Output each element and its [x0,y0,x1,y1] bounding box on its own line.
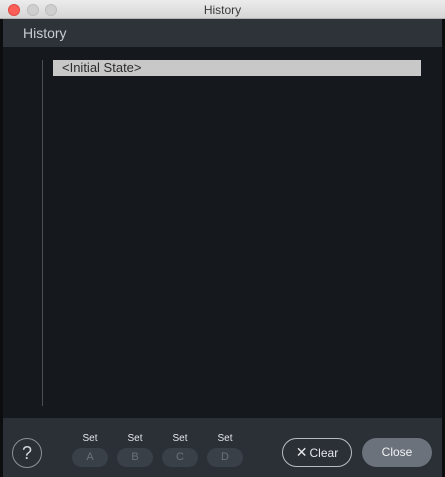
snapshot-slot-b[interactable]: B [117,448,153,467]
panel-title: History [23,25,67,41]
snapshot-set-b: Set B [117,433,153,467]
snapshot-set-a: Set A [72,433,108,467]
history-item-selected[interactable]: <Initial State> [53,60,421,76]
clear-button-label: Clear [309,446,339,460]
set-label[interactable]: Set [72,433,108,445]
close-button[interactable]: Close [362,438,432,467]
set-label[interactable]: Set [117,433,153,445]
panel-header: History [3,19,442,47]
title-bar[interactable]: History [0,0,445,19]
snapshot-slot-a[interactable]: A [72,448,108,467]
list-gutter-divider [42,60,43,406]
clear-button[interactable]: ✕ Clear [282,438,352,467]
window-title: History [203,3,242,17]
panel-footer: ? Set A Set B Set C Set D ✕ Clear Close [3,418,442,477]
snapshot-set-c: Set C [162,433,198,467]
snapshot-set-d: Set D [207,433,243,467]
close-x-icon: ✕ [295,444,308,460]
history-window: History History <Initial State> ? Set A … [0,0,445,477]
snapshot-slot-c[interactable]: C [162,448,198,467]
history-list[interactable]: <Initial State> [3,47,442,418]
help-button[interactable]: ? [12,438,42,468]
set-label[interactable]: Set [162,433,198,445]
snapshot-slot-d[interactable]: D [207,448,243,467]
set-label[interactable]: Set [207,433,243,445]
